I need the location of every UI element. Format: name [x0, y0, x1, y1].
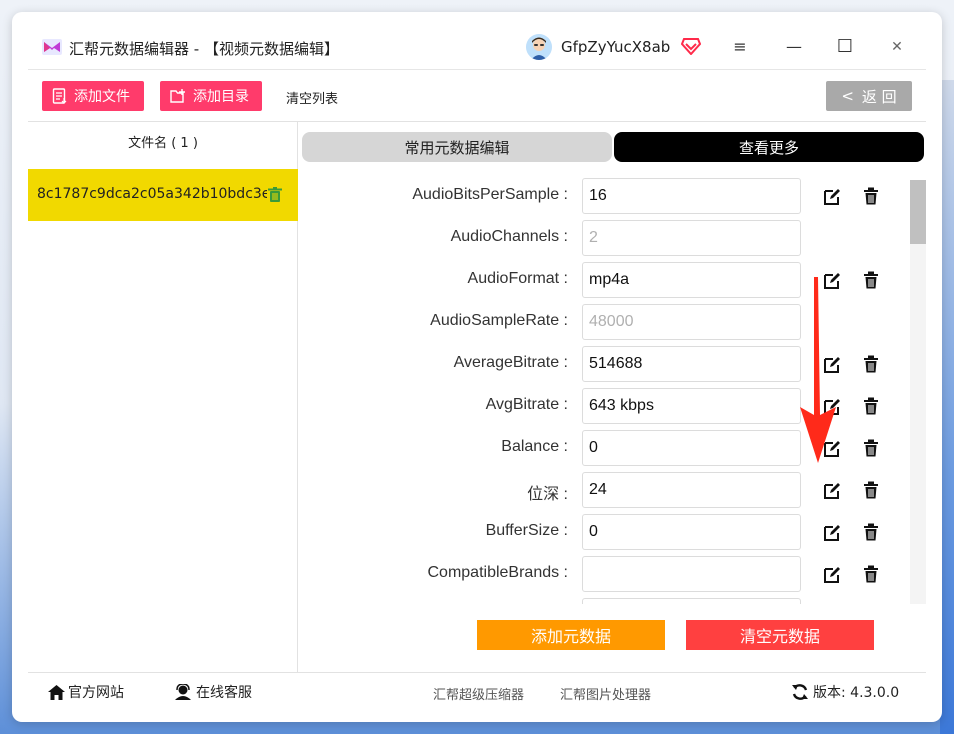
- field-row: CompatibleBrands :: [302, 556, 902, 594]
- delete-icon[interactable]: [864, 271, 878, 289]
- vip-diamond-icon[interactable]: [681, 37, 701, 55]
- field-row: BufferSize : 0: [302, 514, 902, 552]
- title-divider: [28, 69, 926, 70]
- home-icon: [48, 684, 65, 700]
- add-file-button[interactable]: 添加文件: [42, 81, 144, 111]
- window-title: 汇帮元数据编辑器 - 【视频元数据编辑】: [69, 40, 339, 58]
- avatar-icon: [526, 34, 552, 60]
- file-list-item[interactable]: 8c1787c9dca2c05a342b10bdc3e4: [28, 169, 298, 221]
- minimize-button[interactable]: —: [783, 36, 805, 58]
- field-input[interactable]: mp4a: [582, 262, 801, 298]
- official-site-label: 官方网站: [68, 685, 124, 701]
- add-metadata-button[interactable]: 添加元数据: [477, 620, 665, 650]
- field-label: BufferSize :: [485, 522, 568, 539]
- online-service-label: 在线客服: [196, 685, 252, 701]
- background-strip: [940, 80, 954, 734]
- close-button[interactable]: ✕: [886, 36, 908, 58]
- tab-view-more[interactable]: 查看更多: [614, 132, 924, 162]
- file-name: 8c1787c9dca2c05a342b10bdc3e4: [37, 186, 267, 202]
- field-label: Balance :: [501, 438, 568, 455]
- chevron-left-icon: <: [841, 87, 854, 105]
- delete-icon[interactable]: [864, 397, 878, 415]
- refresh-icon[interactable]: [791, 683, 809, 701]
- add-file-label: 添加文件: [74, 89, 130, 105]
- trash-icon[interactable]: [268, 187, 282, 202]
- field-row: 位深 : 24: [302, 472, 902, 510]
- field-label: AudioSampleRate :: [430, 312, 568, 329]
- field-input[interactable]: [582, 598, 801, 604]
- tab-common-metadata[interactable]: 常用元数据编辑: [302, 132, 612, 162]
- field-label: AudioBitsPerSample :: [412, 186, 568, 203]
- online-service-link[interactable]: 在线客服: [174, 682, 252, 702]
- add-folder-label: 添加目录: [193, 89, 249, 105]
- edit-icon[interactable]: [823, 566, 841, 584]
- app-logo-icon: [42, 39, 62, 55]
- delete-icon[interactable]: [864, 439, 878, 457]
- field-label: AudioChannels :: [450, 228, 568, 245]
- field-input[interactable]: 16: [582, 178, 801, 214]
- field-row-partial: [302, 598, 902, 604]
- delete-icon[interactable]: [864, 523, 878, 541]
- status-divider: [28, 672, 926, 673]
- field-input[interactable]: 24: [582, 472, 801, 508]
- field-label: AvgBitrate :: [485, 396, 568, 413]
- edit-icon[interactable]: [823, 482, 841, 500]
- field-input[interactable]: 514688: [582, 346, 801, 382]
- customer-service-icon: [175, 684, 191, 700]
- clear-list-button[interactable]: 清空列表: [286, 88, 338, 107]
- clear-metadata-button[interactable]: 清空元数据: [686, 620, 874, 650]
- version-label: 版本: 4.3.0.0: [813, 685, 900, 701]
- back-label: 返 回: [861, 87, 897, 106]
- field-input[interactable]: 643 kbps: [582, 388, 801, 424]
- field-label: 位深 :: [527, 486, 568, 503]
- menu-button[interactable]: ≡: [729, 36, 751, 58]
- add-file-icon: [52, 88, 67, 104]
- field-row: AudioBitsPerSample : 16: [302, 178, 902, 216]
- add-folder-button[interactable]: 添加目录: [160, 81, 262, 111]
- image-processor-link[interactable]: 汇帮图片处理器: [560, 684, 651, 703]
- username: GfpZyYucX8ab: [561, 38, 671, 56]
- delete-icon[interactable]: [864, 355, 878, 373]
- field-input[interactable]: [582, 556, 801, 592]
- back-button[interactable]: < 返 回: [826, 81, 912, 111]
- app-window: 汇帮元数据编辑器 - 【视频元数据编辑】 GfpZyYucX8ab ≡ — ☐ …: [12, 12, 942, 722]
- field-label: AverageBitrate :: [453, 354, 568, 371]
- add-folder-icon: [170, 89, 185, 103]
- field-row: AudioChannels : 2: [302, 220, 902, 258]
- field-label: CompatibleBrands :: [427, 564, 568, 581]
- avatar[interactable]: [526, 34, 552, 60]
- file-list-panel: 文件名 ( 1 ) 8c1787c9dca2c05a342b10bdc3e4: [28, 122, 298, 672]
- field-input-readonly: 2: [582, 220, 801, 256]
- compressor-link[interactable]: 汇帮超级压缩器: [433, 684, 524, 703]
- delete-icon[interactable]: [864, 565, 878, 583]
- maximize-button[interactable]: ☐: [834, 36, 856, 58]
- official-site-link[interactable]: 官方网站: [48, 682, 124, 702]
- scrollbar-thumb[interactable]: [910, 180, 926, 244]
- fields-scrollbar[interactable]: [910, 180, 926, 604]
- title-bar: 汇帮元数据编辑器 - 【视频元数据编辑】 GfpZyYucX8ab ≡ — ☐ …: [12, 12, 942, 70]
- delete-icon[interactable]: [864, 187, 878, 205]
- file-list-header: 文件名 ( 1 ): [128, 136, 198, 151]
- field-label: AudioFormat :: [467, 270, 568, 287]
- field-input-readonly: 48000: [582, 304, 801, 340]
- edit-icon[interactable]: [823, 188, 841, 206]
- edit-icon[interactable]: [823, 524, 841, 542]
- red-arrow-annotation: [800, 277, 836, 463]
- version-info: 版本: 4.3.0.0: [791, 682, 899, 702]
- field-input[interactable]: 0: [582, 514, 801, 550]
- field-input[interactable]: 0: [582, 430, 801, 466]
- delete-icon[interactable]: [864, 481, 878, 499]
